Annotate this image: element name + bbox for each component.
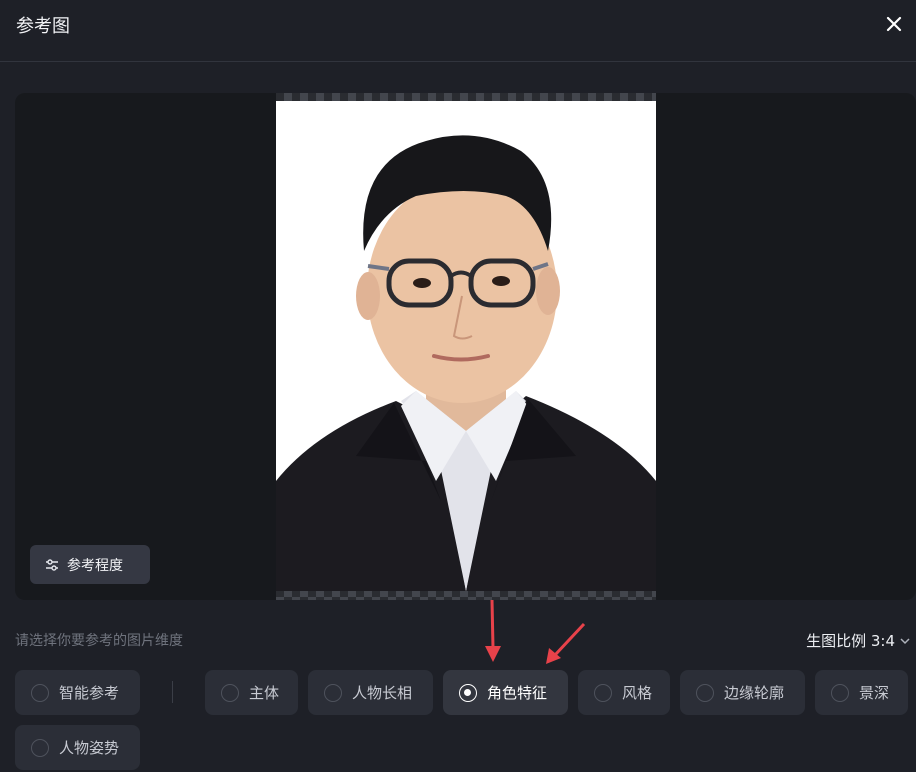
arrow-annotation	[485, 599, 501, 662]
option-label: 风格	[622, 684, 653, 702]
chevron-down-icon	[900, 637, 910, 644]
option-pose[interactable]: 人物姿势	[15, 725, 140, 770]
option-label: 边缘轮廓	[724, 684, 785, 702]
ratio-label: 生图比例 3:4	[806, 632, 895, 650]
reference-strength-label: 参考程度	[67, 557, 123, 574]
option-label: 景深	[859, 684, 890, 702]
dialog-title: 参考图	[16, 16, 70, 37]
option-label: 角色特征	[487, 684, 548, 702]
option-divider	[172, 681, 173, 703]
radio-icon	[696, 683, 714, 702]
option-label: 人物长相	[352, 684, 413, 702]
image-preview: 参考程度	[15, 93, 916, 600]
option-depth-of-field[interactable]: 景深	[815, 670, 908, 715]
option-smart-reference[interactable]: 智能参考	[15, 670, 140, 715]
option-edge-contour[interactable]: 边缘轮廓	[680, 670, 805, 715]
option-character-features[interactable]: 角色特征	[443, 670, 568, 715]
radio-icon	[831, 683, 849, 702]
dimension-hint: 请选择你要参考的图片维度	[15, 633, 183, 649]
option-face[interactable]: 人物长相	[308, 670, 433, 715]
option-label: 智能参考	[59, 684, 120, 702]
option-style[interactable]: 风格	[578, 670, 670, 715]
arrow-annotation	[546, 622, 586, 664]
sliders-icon	[46, 558, 58, 571]
reference-photo	[276, 101, 656, 591]
option-label: 主体	[249, 684, 280, 702]
option-label: 人物姿势	[59, 739, 120, 757]
radio-icon	[459, 683, 477, 702]
dialog-header: 参考图	[0, 0, 916, 62]
close-button[interactable]	[882, 12, 906, 36]
ratio-select[interactable]: 生图比例 3:4	[806, 630, 911, 651]
close-icon	[886, 16, 902, 32]
radio-icon	[31, 683, 49, 702]
radio-icon	[221, 683, 239, 702]
reference-strength-button[interactable]: 参考程度	[30, 545, 150, 584]
radio-icon	[31, 738, 49, 757]
radio-icon	[594, 683, 612, 702]
option-subject[interactable]: 主体	[205, 670, 298, 715]
radio-icon	[324, 683, 342, 702]
